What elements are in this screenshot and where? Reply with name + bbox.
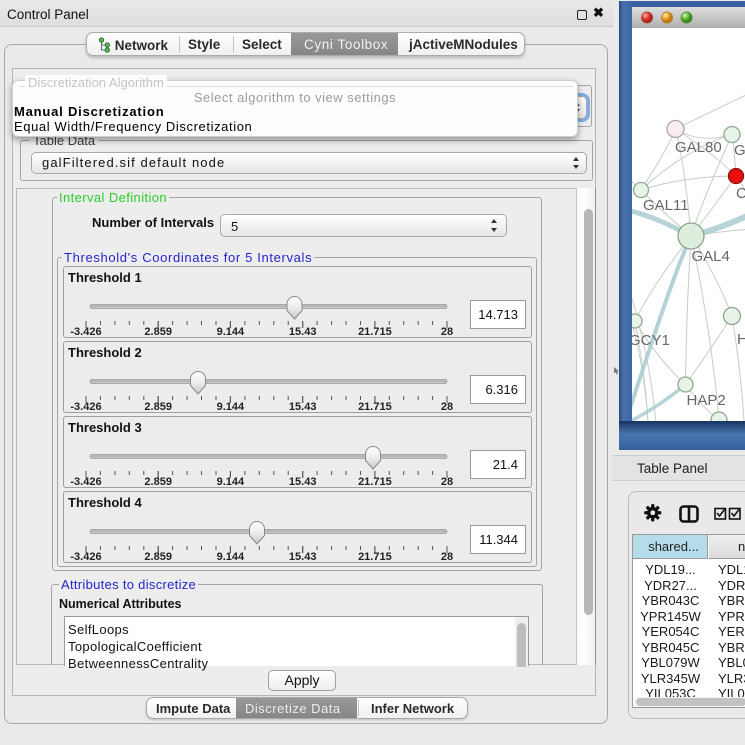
svg-text:9.144: 9.144 bbox=[217, 326, 245, 338]
svg-text:2.859: 2.859 bbox=[144, 551, 172, 563]
svg-text:GAL11: GAL11 bbox=[643, 197, 689, 214]
svg-text:C: C bbox=[736, 185, 745, 202]
svg-text:2.859: 2.859 bbox=[144, 401, 172, 413]
svg-text:15.43: 15.43 bbox=[289, 551, 317, 563]
svg-text:21.715: 21.715 bbox=[358, 551, 392, 563]
svg-text:15.43: 15.43 bbox=[289, 326, 317, 338]
svg-text:9.144: 9.144 bbox=[217, 401, 245, 413]
svg-text:15.43: 15.43 bbox=[289, 476, 317, 488]
svg-text:2.859: 2.859 bbox=[144, 476, 172, 488]
svg-text:21.715: 21.715 bbox=[358, 476, 392, 488]
svg-text:GA: GA bbox=[734, 142, 745, 159]
svg-text:GAL4: GAL4 bbox=[692, 248, 730, 265]
svg-text:9.144: 9.144 bbox=[217, 476, 245, 488]
svg-text:9.144: 9.144 bbox=[217, 551, 245, 563]
svg-text:GCY1: GCY1 bbox=[632, 332, 670, 349]
svg-text:28: 28 bbox=[441, 476, 453, 488]
svg-text:-3.426: -3.426 bbox=[70, 401, 101, 413]
svg-text:28: 28 bbox=[441, 551, 453, 563]
svg-text:28: 28 bbox=[441, 401, 453, 413]
svg-text:28: 28 bbox=[441, 326, 453, 338]
svg-text:15.43: 15.43 bbox=[289, 401, 317, 413]
svg-text:HAP2: HAP2 bbox=[687, 392, 726, 409]
svg-text:H: H bbox=[737, 331, 745, 348]
svg-text:-3.426: -3.426 bbox=[70, 326, 101, 338]
svg-text:-3.426: -3.426 bbox=[70, 551, 101, 563]
svg-text:2.859: 2.859 bbox=[144, 326, 172, 338]
svg-text:GAL80: GAL80 bbox=[675, 139, 722, 156]
svg-text:-3.426: -3.426 bbox=[70, 476, 101, 488]
svg-text:21.715: 21.715 bbox=[358, 326, 392, 338]
svg-text:21.715: 21.715 bbox=[358, 401, 392, 413]
